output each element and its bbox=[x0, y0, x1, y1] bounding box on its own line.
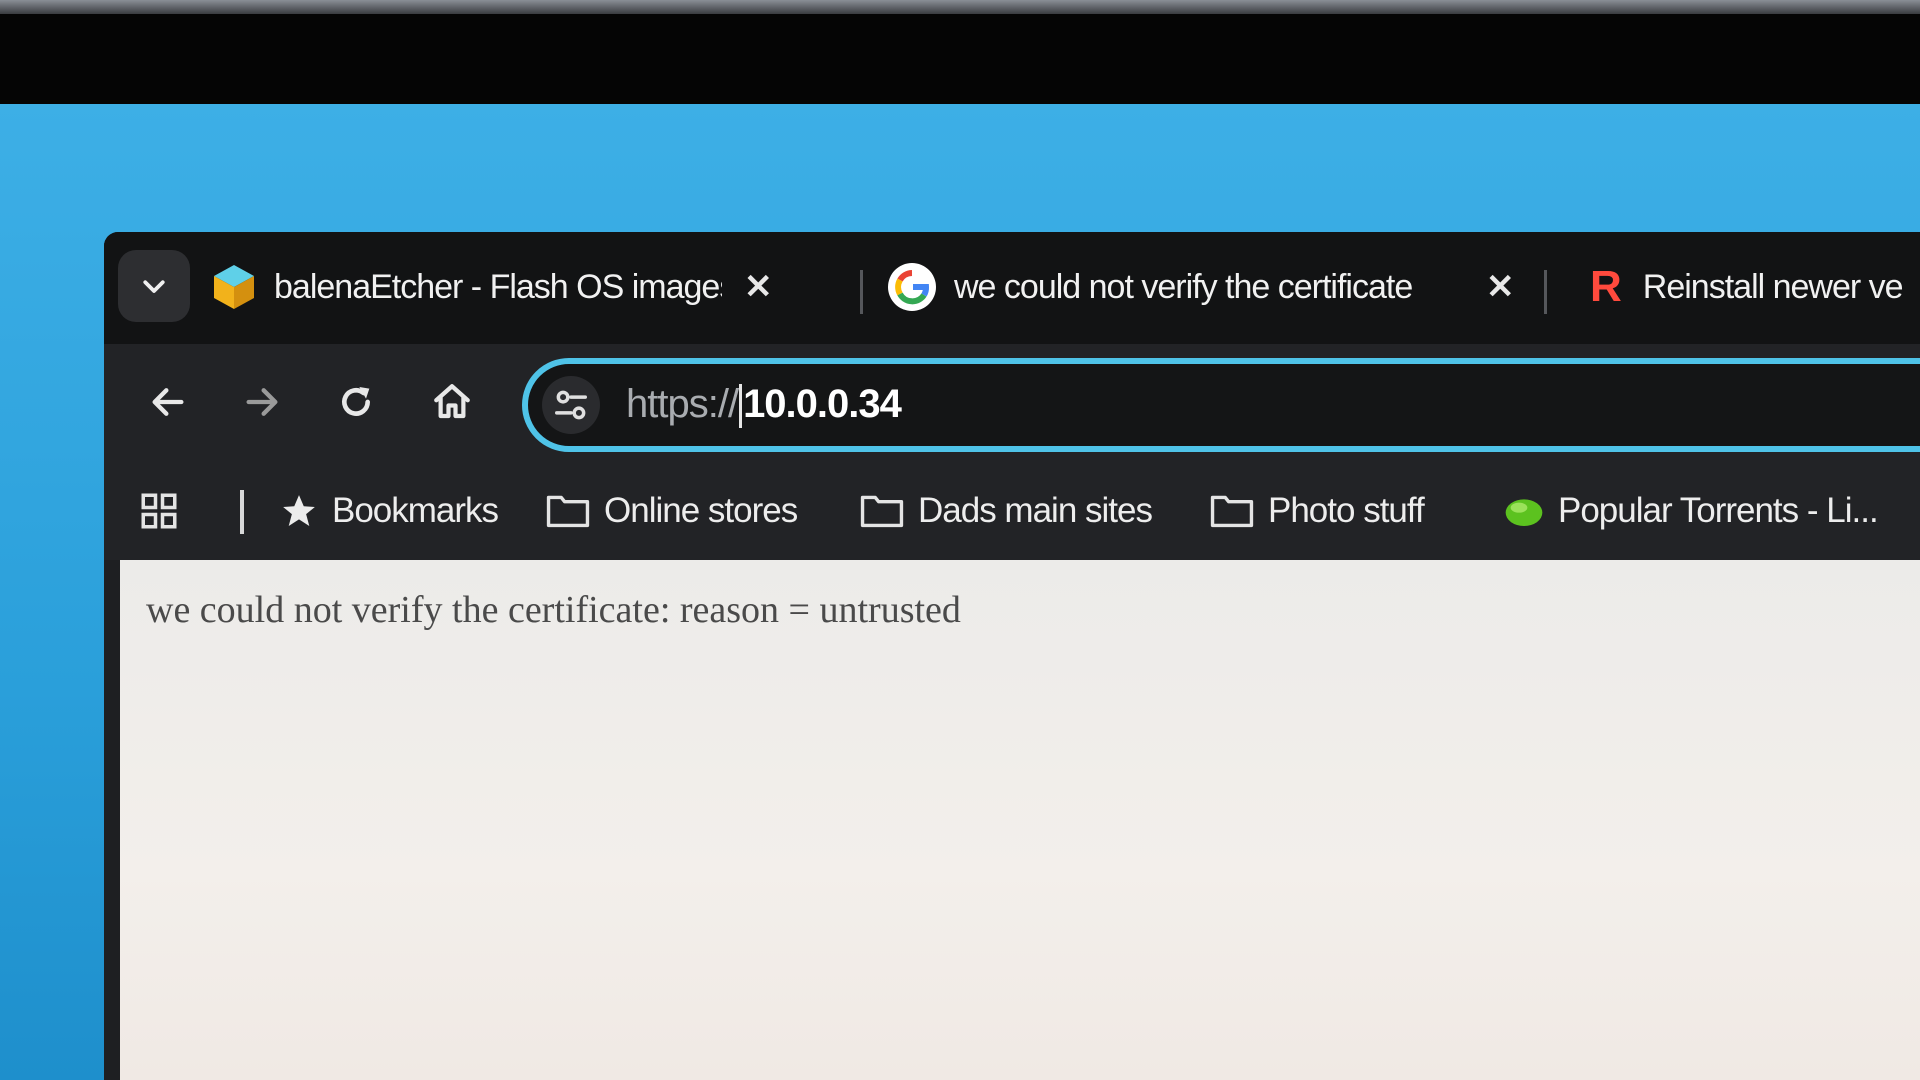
site-info-button[interactable] bbox=[542, 376, 600, 434]
back-arrow-icon bbox=[152, 388, 184, 416]
tab-title: we could not verify the certificate bbox=[954, 267, 1413, 306]
tab-search-button[interactable] bbox=[118, 250, 190, 322]
apps-button[interactable] bbox=[138, 486, 194, 536]
green-blob-icon bbox=[1505, 499, 1543, 526]
tab-reinstall[interactable]: R Reinstall newer ve bbox=[1590, 252, 1920, 322]
balena-cube-icon bbox=[214, 265, 254, 309]
tune-settings-icon bbox=[555, 390, 587, 420]
bookmark-label: Popular Torrents - Li... bbox=[1558, 491, 1879, 530]
red-r-icon: R bbox=[1590, 262, 1622, 311]
tab-strip: balenaEtcher - Flash OS images ✕ we coul… bbox=[104, 232, 1920, 344]
bookmark-folder-online-stores[interactable]: Online stores bbox=[546, 486, 798, 536]
error-message: we could not verify the certificate: rea… bbox=[146, 589, 961, 631]
bookmarks-divider bbox=[240, 490, 244, 534]
tab-certificate-search[interactable]: we could not verify the certificate ✕ bbox=[888, 252, 1514, 322]
reload-button[interactable] bbox=[326, 372, 386, 432]
folder-icon bbox=[546, 495, 590, 528]
bookmarks-bar: Bookmarks Online stores Dads main sites … bbox=[104, 462, 1920, 560]
folder-icon bbox=[860, 495, 904, 528]
home-button[interactable] bbox=[422, 372, 482, 432]
tab-separator bbox=[1544, 270, 1547, 314]
tab-separator bbox=[860, 270, 863, 314]
chevron-down-icon bbox=[143, 280, 165, 293]
bookmark-label: Online stores bbox=[604, 491, 798, 530]
photo-top-edge bbox=[0, 0, 1920, 14]
text-caret bbox=[739, 384, 743, 429]
url-scheme: https:// bbox=[626, 382, 739, 426]
browser-window: balenaEtcher - Flash OS images ✕ we coul… bbox=[104, 232, 1920, 1080]
apps-grid-icon bbox=[141, 493, 177, 529]
tab-title: Reinstall newer ve bbox=[1642, 267, 1904, 306]
reload-icon bbox=[342, 387, 370, 416]
address-bar[interactable]: https://10.0.0.34 bbox=[522, 358, 1920, 452]
url-host: 10.0.0.34 bbox=[743, 382, 902, 426]
google-g-icon bbox=[888, 263, 936, 311]
bookmark-bookmarks[interactable]: Bookmarks bbox=[280, 486, 499, 536]
back-button[interactable] bbox=[138, 372, 198, 432]
folder-icon bbox=[1210, 495, 1254, 528]
bookmark-label: Dads main sites bbox=[918, 491, 1153, 530]
forward-button[interactable] bbox=[232, 372, 292, 432]
star-icon bbox=[283, 495, 315, 527]
forward-arrow-icon bbox=[246, 388, 278, 416]
bookmark-label: Bookmarks bbox=[332, 491, 499, 530]
tab-close-button[interactable]: ✕ bbox=[1486, 267, 1514, 307]
tab-title: balenaEtcher - Flash OS images bbox=[274, 267, 722, 306]
bookmark-popular-torrents[interactable]: Popular Torrents - Li... bbox=[1504, 486, 1879, 536]
tab-balenaetcher[interactable]: balenaEtcher - Flash OS images ✕ bbox=[212, 252, 792, 322]
bookmark-folder-dads-main-sites[interactable]: Dads main sites bbox=[860, 486, 1153, 536]
home-icon bbox=[434, 384, 470, 419]
tab-close-button[interactable]: ✕ bbox=[744, 267, 772, 307]
bookmark-folder-photo-stuff[interactable]: Photo stuff bbox=[1210, 486, 1425, 536]
toolbar: https://10.0.0.34 bbox=[104, 344, 1920, 462]
bookmark-label: Photo stuff bbox=[1268, 491, 1425, 530]
page-content: we could not verify the certificate: rea… bbox=[120, 560, 1920, 1080]
url-text[interactable]: https://10.0.0.34 bbox=[626, 382, 902, 429]
